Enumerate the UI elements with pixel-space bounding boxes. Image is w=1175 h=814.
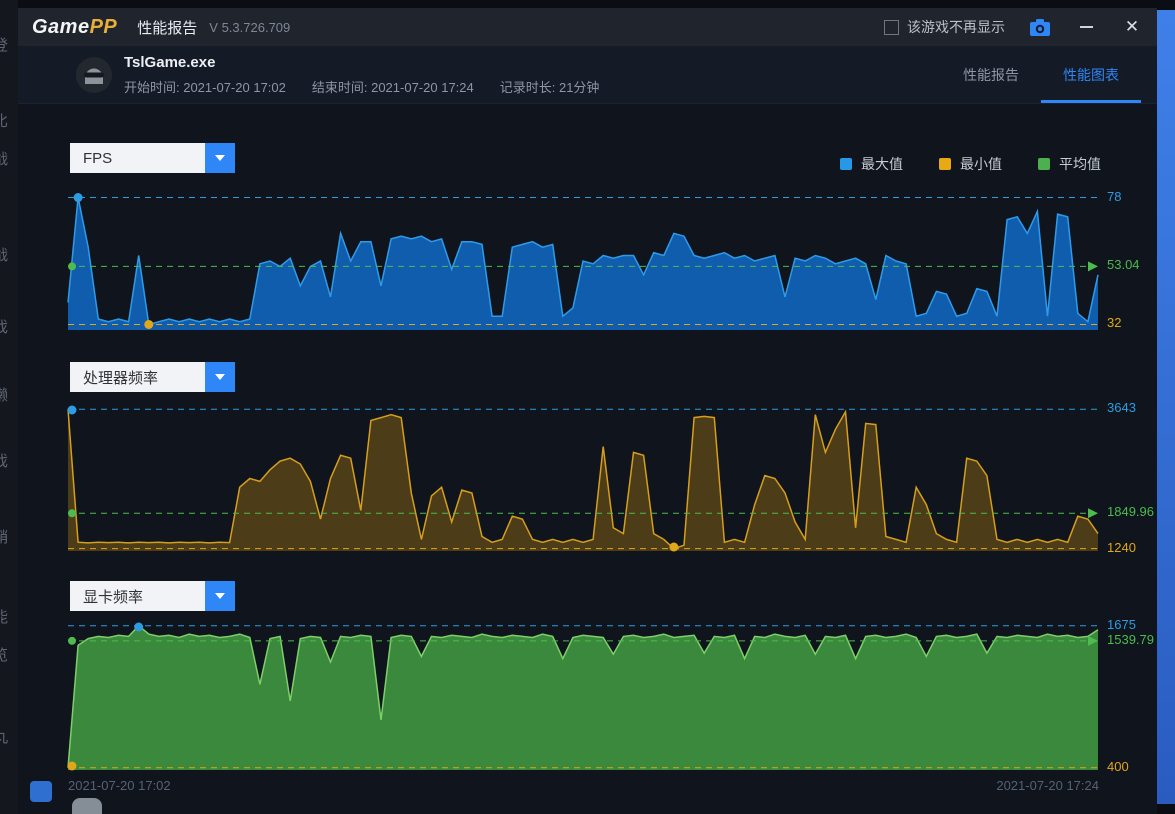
- metric-selector-gpu-frequency[interactable]: 显卡频率: [70, 581, 235, 611]
- legend-item-avg: 平均值: [1038, 154, 1101, 174]
- background-strip: [1157, 10, 1175, 804]
- legend-swatch: [840, 158, 852, 170]
- dropdown-button[interactable]: [205, 143, 235, 173]
- legend-swatch: [1038, 158, 1050, 170]
- background-text-fragment: 獭: [0, 384, 8, 405]
- end-time-info: 结束时间: 2021-07-20 17:24: [312, 77, 474, 96]
- close-button[interactable]: ✕: [1121, 17, 1143, 37]
- minimize-button[interactable]: [1075, 17, 1097, 37]
- gpu-avg-label: 1539.79: [1107, 632, 1154, 647]
- legend-label: 最大值: [861, 154, 903, 174]
- chart-end-time: 2021-07-20 17:24: [996, 778, 1099, 793]
- chevron-down-icon: [215, 374, 225, 380]
- fps-max-label: 78: [1107, 189, 1121, 204]
- checkbox-box: [884, 20, 899, 35]
- dropdown-button[interactable]: [205, 362, 235, 392]
- legend: 最大值 最小值 平均值: [840, 154, 1101, 174]
- process-name: TslGame.exe: [124, 54, 599, 71]
- screenshot-camera-button[interactable]: [1029, 17, 1051, 37]
- background-text-fragment: 鞘: [0, 526, 8, 547]
- titlebar-controls: 该游戏不再显示 ✕: [884, 17, 1143, 37]
- background-text-fragment: 战: [0, 244, 8, 265]
- chart-start-time: 2021-07-20 17:02: [68, 778, 171, 793]
- gamepp-logo: GamePP: [32, 16, 117, 39]
- background-text-fragment: 戏: [0, 316, 8, 337]
- selector-value: 显卡频率: [70, 581, 205, 611]
- gpu-frequency-chart: 1675 1539.79 400: [68, 623, 1098, 770]
- background-text-fragment: 戏: [0, 450, 8, 471]
- legend-item-max: 最大值: [840, 154, 903, 174]
- camera-icon: [1030, 19, 1050, 36]
- screen: 登比战战戏獭戏鞘能览丸 GamePP 性能报告 V 5.3.726.709 该游…: [0, 0, 1175, 814]
- metric-selector-fps[interactable]: FPS: [70, 143, 235, 173]
- chevron-down-icon: [215, 155, 225, 161]
- background-text-fragment: 战: [0, 148, 8, 169]
- selector-value: 处理器频率: [70, 362, 205, 392]
- version-label: V 5.3.726.709: [209, 20, 290, 35]
- fps-chart: 78 53.04 32: [68, 192, 1098, 330]
- gpu-max-label: 1675: [1107, 617, 1136, 632]
- cpu-min-label: 1240: [1107, 540, 1136, 555]
- dropdown-button[interactable]: [205, 581, 235, 611]
- chevron-down-icon: [215, 593, 225, 599]
- logo-pp-text: PP: [90, 16, 118, 38]
- cpu-max-label: 3643: [1107, 400, 1136, 415]
- background-window-edge: 登比战战戏獭戏鞘能览丸: [0, 0, 18, 814]
- background-text-fragment: 登: [0, 34, 8, 55]
- tab-performance-report[interactable]: 性能报告: [941, 46, 1041, 103]
- minimize-icon: [1080, 26, 1093, 28]
- cpu-frequency-chart: 3643 1849.96 1240: [68, 406, 1098, 551]
- window-title: 性能报告: [137, 17, 197, 38]
- legend-label: 平均值: [1059, 154, 1101, 174]
- taskbar-icon-fragment: [30, 781, 52, 802]
- background-text-fragment: 能: [0, 606, 8, 627]
- game-info: TslGame.exe 开始时间: 2021-07-20 17:02 结束时间:…: [124, 54, 599, 96]
- selector-value: FPS: [70, 143, 205, 173]
- tabs: 性能报告 性能图表: [941, 46, 1141, 103]
- logo-game-text: Game: [32, 16, 90, 38]
- metric-selector-cpu-frequency[interactable]: 处理器频率: [70, 362, 235, 392]
- game-icon: [76, 57, 112, 93]
- title-bar[interactable]: GamePP 性能报告 V 5.3.726.709 该游戏不再显示: [18, 8, 1157, 46]
- fps-min-label: 32: [1107, 315, 1121, 330]
- tab-performance-chart[interactable]: 性能图表: [1041, 46, 1141, 103]
- duration-info: 记录时长: 21分钟: [500, 77, 600, 96]
- dont-show-again-checkbox[interactable]: 该游戏不再显示: [884, 17, 1005, 37]
- fps-avg-label: 53.04: [1107, 257, 1140, 272]
- session-info: 开始时间: 2021-07-20 17:02 结束时间: 2021-07-20 …: [124, 77, 599, 96]
- background-text-fragment: 览: [0, 644, 8, 665]
- gamepp-report-window: GamePP 性能报告 V 5.3.726.709 该游戏不再显示: [18, 8, 1157, 814]
- checkbox-label: 该游戏不再显示: [907, 17, 1005, 37]
- cpu-avg-label: 1849.96: [1107, 504, 1154, 519]
- report-header: TslGame.exe 开始时间: 2021-07-20 17:02 结束时间:…: [18, 46, 1157, 104]
- legend-label: 最小值: [960, 154, 1002, 174]
- legend-item-min: 最小值: [939, 154, 1002, 174]
- gpu-min-label: 400: [1107, 759, 1129, 774]
- taskbar-icon-fragment: [72, 798, 102, 814]
- legend-swatch: [939, 158, 951, 170]
- background-text-fragment: 比: [0, 110, 8, 131]
- start-time-info: 开始时间: 2021-07-20 17:02: [124, 77, 286, 96]
- background-text-fragment: 丸: [0, 726, 8, 747]
